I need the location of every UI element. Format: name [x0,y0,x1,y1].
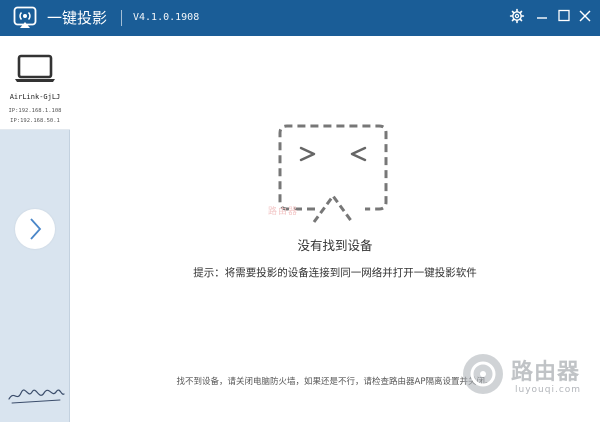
device-name: AirLink-GjLJ [9,93,61,101]
maximize-icon [558,9,570,22]
watermark-logo-icon [463,354,503,394]
app-title: 一键投影 [47,9,108,27]
device-sidebar: AirLink-GjLJ IP:192.168.1.108 IP:192.168… [0,36,70,422]
minimize-icon [537,17,547,19]
version-label: V4.1.0.1908 [133,12,200,23]
close-icon [579,10,591,22]
faint-watermark: 路由器 [268,207,299,217]
site-watermark: 路由器 luyouqi.com [463,352,593,412]
next-device-button[interactable] [15,209,55,249]
watermark-url: luyouqi.com [515,385,582,395]
title-divider [121,10,122,26]
cast-icon [13,6,37,30]
close-button[interactable] [575,6,595,26]
signature-logo [6,384,66,410]
settings-button[interactable] [507,6,527,26]
watermark-text: 路由器 [511,360,581,385]
minimize-button[interactable] [532,6,552,26]
title-bar: 一键投影 V4.1.0.1908 [0,0,600,36]
laptop-icon [14,54,56,88]
no-device-message: 没有找到设备 [297,238,373,253]
gear-icon [509,8,525,24]
device-card[interactable]: AirLink-GjLJ IP:192.168.1.108 IP:192.168… [0,36,70,130]
device-ip-2: IP:192.168.50.1 [10,118,60,124]
device-ip-1: IP:192.168.1.108 [8,108,62,114]
hint-text: 提示：将需要投影的设备连接到同一网络并打开一键投影软件 [193,267,477,279]
maximize-button[interactable] [554,6,574,26]
chevron-right-icon [30,218,42,240]
